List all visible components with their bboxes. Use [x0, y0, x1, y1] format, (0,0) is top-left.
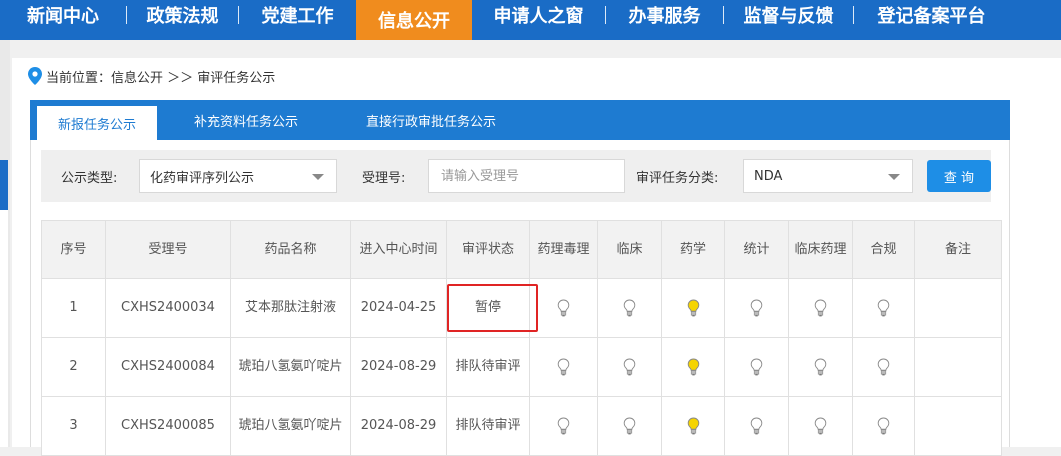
review-status: 排队待审评: [446, 337, 530, 397]
lightbulb-off-icon: [557, 299, 570, 316]
lightbulb-off-icon: [623, 358, 636, 375]
table-row: 1 CXHS2400034 艾本那肽注射液 2024-04-25 暂停: [41, 278, 1002, 338]
header-cell: 药理毒理: [529, 220, 598, 279]
location-pin-icon: [28, 67, 42, 85]
type-select[interactable]: 化药审评序列公示: [139, 159, 337, 193]
lightbulb-off-icon: [750, 417, 763, 434]
chevron-down-icon: [312, 174, 324, 180]
bulb-cell: [597, 337, 662, 397]
bulb-cell: [852, 278, 915, 338]
accept-number: CXHS2400034: [105, 278, 231, 338]
drug-name: 艾本那肽注射液: [230, 278, 351, 338]
type-label: 公示类型:: [61, 170, 118, 186]
lightbulb-off-icon: [623, 299, 636, 316]
header-cell: 临床: [597, 220, 662, 279]
lightbulb-off-icon: [877, 358, 890, 375]
bulb-cell: [661, 337, 725, 397]
bulb-cell: [724, 337, 789, 397]
category-select[interactable]: NDA: [743, 159, 913, 193]
lightbulb-off-icon: [750, 358, 763, 375]
header-cell: 受理号: [105, 220, 231, 279]
type-select-value: 化药审评序列公示: [150, 170, 255, 186]
bulb-cell: [597, 278, 662, 338]
bulb-cell: [788, 278, 853, 338]
tab-bar: 新报任务公示 补充资料任务公示 直接行政审批任务公示: [30, 100, 1010, 140]
tab-new-tasks[interactable]: 新报任务公示: [37, 106, 157, 140]
chevron-down-icon: [888, 174, 900, 180]
top-nav: 新闻中心 政策法规 党建工作 信息公开 申请人之窗 办事服务 监督与反馈 登记备…: [0, 0, 1061, 40]
lightbulb-off-icon: [814, 299, 827, 316]
lightbulb-off-icon: [877, 299, 890, 316]
accept-number: CXHS2400084: [105, 337, 231, 397]
header-cell: 序号: [41, 220, 106, 279]
nav-item-registration[interactable]: 登记备案平台: [854, 0, 1009, 30]
nav-item-policy[interactable]: 政策法规: [127, 0, 238, 30]
lightbulb-on-icon: [687, 417, 699, 434]
lightbulb-off-icon: [814, 358, 827, 375]
tab-content: 公示类型: 化药审评序列公示 受理号: 审评任务分类: NDA 查 询: [30, 140, 1010, 456]
left-edge-panel: [0, 210, 8, 447]
row-number: 2: [41, 337, 106, 397]
header-cell: 统计: [724, 220, 789, 279]
table-header-row: 序号 受理号 药品名称 进入中心时间 审评状态 药理毒理 临床 药学 统计 临床…: [41, 220, 1002, 279]
breadcrumb-text: 当前位置：信息公开 ＞＞ 审评任务公示: [46, 70, 276, 86]
bulb-cell: [529, 337, 598, 397]
main-panel: 当前位置：信息公开 ＞＞ 审评任务公示 新报任务公示 补充资料任务公示 直接行政…: [12, 58, 1061, 456]
nav-item-party[interactable]: 党建工作: [239, 0, 356, 30]
nav-item-applicant[interactable]: 申请人之窗: [472, 0, 605, 30]
header-cell: 备注: [914, 220, 1002, 279]
category-select-value: NDA: [754, 168, 783, 184]
category-label: 审评任务分类:: [636, 170, 719, 186]
lightbulb-on-icon: [687, 358, 699, 375]
entry-date: 2024-08-29: [350, 337, 447, 397]
bulb-cell: [852, 337, 915, 397]
lightbulb-off-icon: [750, 299, 763, 316]
filter-bar: 公示类型: 化药审评序列公示 受理号: 审评任务分类: NDA 查 询: [41, 150, 991, 202]
bulb-cell: [724, 278, 789, 338]
lightbulb-off-icon: [557, 358, 570, 375]
lightbulb-on-icon: [687, 299, 699, 316]
accept-no-label: 受理号:: [362, 170, 406, 186]
remark: [914, 337, 1002, 397]
header-cell: 合规: [852, 220, 915, 279]
nav-item-feedback[interactable]: 监督与反馈: [724, 0, 853, 30]
entry-date: 2024-04-25: [350, 278, 447, 338]
task-table: 序号 受理号 药品名称 进入中心时间 审评状态 药理毒理 临床 药学 统计 临床…: [41, 220, 1002, 456]
lightbulb-off-icon: [623, 417, 636, 434]
bulb-cell: [661, 278, 725, 338]
nav-item-services[interactable]: 办事服务: [606, 0, 723, 30]
tab-supplementary-tasks[interactable]: 补充资料任务公示: [168, 100, 324, 140]
lightbulb-off-icon: [877, 417, 890, 434]
header-cell: 审评状态: [446, 220, 530, 279]
tab-direct-approval-tasks[interactable]: 直接行政审批任务公示: [339, 100, 523, 140]
left-edge-accent: [0, 160, 8, 210]
lightbulb-off-icon: [814, 417, 827, 434]
header-cell: 药学: [661, 220, 725, 279]
header-cell: 药品名称: [230, 220, 351, 279]
lightbulb-off-icon: [557, 417, 570, 434]
query-button[interactable]: 查 询: [927, 160, 991, 192]
nav-item-news[interactable]: 新闻中心: [0, 0, 126, 30]
table-row: 2 CXHS2400084 琥珀八氢氨吖啶片 2024-08-29 排队待审评: [41, 337, 1002, 397]
bulb-cell: [788, 337, 853, 397]
header-cell: 临床药理: [788, 220, 853, 279]
row-number: 1: [41, 278, 106, 338]
header-cell: 进入中心时间: [350, 220, 447, 279]
breadcrumb: 当前位置：信息公开 ＞＞ 审评任务公示: [28, 66, 275, 86]
accept-no-input[interactable]: [428, 159, 625, 193]
drug-name: 琥珀八氢氨吖啶片: [230, 337, 351, 397]
bulb-cell: [529, 278, 598, 338]
nav-item-info-public[interactable]: 信息公开: [356, 0, 472, 40]
remark: [914, 278, 1002, 338]
review-status: 暂停: [446, 278, 530, 338]
